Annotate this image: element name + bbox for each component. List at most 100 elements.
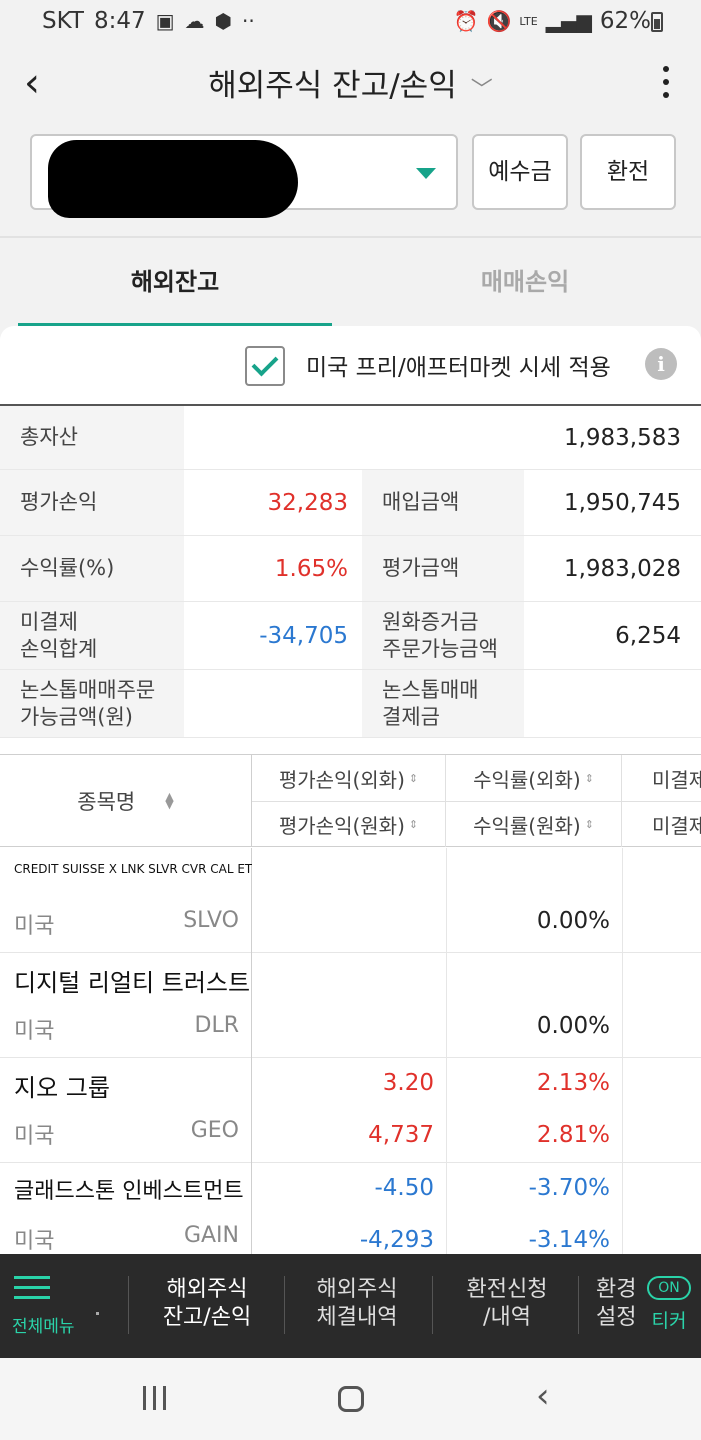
unsettled-krw-header[interactable]: 미결제 xyxy=(622,801,701,847)
ret-fx-value: -3.70% xyxy=(528,1175,610,1201)
stock-name-cell: 글래드스톤 인베스트먼트 미국 GAIN xyxy=(0,1163,252,1256)
status-bar: SKT 8:47 ▣ ☁ ⬢ ·· ⏰ 🔇 LTE ▂▄▆ 62% xyxy=(0,0,701,44)
ticker-toggle[interactable]: ON 티커 xyxy=(645,1276,693,1333)
nav-executions[interactable]: 해외주식 체결내역 xyxy=(290,1276,424,1332)
eval-pl-value: 32,283 xyxy=(267,489,348,516)
unsettled-header-label: 미결제 xyxy=(652,767,701,792)
total-assets-value: 1,983,583 xyxy=(563,424,681,451)
nav-label-line2: /내역 xyxy=(483,1305,531,1330)
pl-krw-header[interactable]: 평가손익(원화) ⇕ xyxy=(252,801,446,847)
premarket-label[interactable]: 미국 프리/애프터마켓 시세 적용 xyxy=(306,348,611,382)
mute-icon: 🔇 xyxy=(486,9,512,33)
eval-amount-value: 1,983,028 xyxy=(563,555,681,582)
sort-icon: ⇕ xyxy=(584,771,594,785)
nonstop-order-value xyxy=(184,670,362,737)
balance-panel: 미국 프리/애프터마켓 시세 적용 i 총자산 1,983,583 평가손익 3… xyxy=(0,326,701,1256)
nav-exchange-request[interactable]: 환전신청 /내역 xyxy=(440,1276,574,1332)
unsettled-label-line2: 손익합계 xyxy=(20,636,98,661)
nav-settings[interactable]: 환경 설정 xyxy=(596,1276,640,1332)
nav-label-line2: 설정 xyxy=(596,1305,637,1330)
total-assets-label: 총자산 xyxy=(0,406,184,469)
more-options-icon[interactable] xyxy=(661,66,671,102)
summary-row: 수익률(%) 1.65% 평가금액 1,983,028 xyxy=(0,536,701,602)
nav-label-line1: 환경 xyxy=(596,1277,637,1302)
cell-divider xyxy=(446,848,447,953)
sort-icon: ▲ ▼ xyxy=(165,790,174,811)
pl-krw-header-label: 평가손익(원화) xyxy=(278,813,405,838)
ret-fx-value: 2.13% xyxy=(536,1070,610,1096)
dropdown-arrow-icon xyxy=(416,168,436,179)
nav-label-line1: 해외주식 xyxy=(316,1277,398,1302)
stock-name: 지오 그룹 xyxy=(14,1074,110,1102)
nav-label-line1: 환전신청 xyxy=(466,1277,548,1302)
battery-percent: 62% xyxy=(599,8,651,34)
tab-bar: 해외잔고 매매손익 xyxy=(0,236,701,328)
all-menu-button[interactable]: 전체메뉴 xyxy=(12,1276,102,1337)
stock-market: 미국 xyxy=(14,1124,55,1149)
stock-ticker: GAIN xyxy=(183,1223,239,1248)
recent-apps-icon[interactable] xyxy=(143,1386,173,1414)
unsettled-header[interactable]: 미결제 xyxy=(622,755,701,801)
ret-krw-value: 0.00% xyxy=(536,1013,610,1039)
tab-trading-pl[interactable]: 매매손익 xyxy=(370,238,680,328)
alarm-icon: ⏰ xyxy=(453,9,479,33)
table-row[interactable]: CREDIT SUISSE X LNK SLVR CVR CAL ETN 미국 … xyxy=(0,848,701,953)
home-icon[interactable] xyxy=(338,1386,364,1412)
stock-name-cell: 디지털 리얼티 트러스트 미국 DLR xyxy=(0,953,252,1058)
redacted-account xyxy=(48,140,298,218)
cell-divider xyxy=(622,1163,623,1256)
return-label: 수익률(%) xyxy=(0,536,184,601)
krw-margin-label-line2: 주문가능금액 xyxy=(382,636,498,661)
nav-balance-pl[interactable]: 해외주식 잔고/손익 xyxy=(140,1276,274,1332)
battery-icon xyxy=(651,12,663,32)
system-back-icon[interactable]: ‹ xyxy=(536,1376,550,1416)
unsettled-label: 미결제 손익합계 xyxy=(0,602,184,669)
signal-icon: ▂▄▆ xyxy=(545,9,592,33)
premarket-checkbox[interactable] xyxy=(245,346,285,386)
summary-table: 총자산 1,983,583 평가손익 32,283 매입금액 1,950,745… xyxy=(0,404,701,738)
tab-overseas-balance[interactable]: 해외잔고 xyxy=(18,238,332,328)
more-notifications-icon: ·· xyxy=(241,9,255,33)
table-row[interactable]: 디지털 리얼티 트러스트 미국 DLR 0.00% xyxy=(0,953,701,1058)
nav-label-line2: 잔고/손익 xyxy=(162,1305,252,1330)
stock-ticker: SLVO xyxy=(183,908,239,933)
ret-fx-header[interactable]: 수익률(외화) ⇕ xyxy=(446,755,622,801)
ret-fx-header-label: 수익률(외화) xyxy=(473,767,581,792)
app-icon: ⬢ xyxy=(214,9,232,33)
nav-divider xyxy=(284,1276,285,1334)
summary-row: 미결제 손익합계 -34,705 원화증거금 주문가능금액 6,254 xyxy=(0,602,701,670)
pl-fx-header[interactable]: 평가손익(외화) ⇕ xyxy=(252,755,446,801)
table-row[interactable]: 글래드스톤 인베스트먼트 미국 GAIN -4.50 -4,293 -3.70%… xyxy=(0,1163,701,1256)
eval-amount-label: 평가금액 xyxy=(362,536,524,601)
premarket-option: 미국 프리/애프터마켓 시세 적용 i xyxy=(0,326,701,404)
nonstop-settle-value xyxy=(524,670,701,737)
hamburger-icon xyxy=(12,1276,102,1299)
name-header-label: 종목명 xyxy=(77,790,136,814)
cell-divider xyxy=(622,1058,623,1163)
cell-divider xyxy=(622,953,623,1058)
ret-krw-header-label: 수익률(원화) xyxy=(473,813,581,838)
exchange-button[interactable]: 환전 xyxy=(580,134,676,210)
carrier-label: SKT xyxy=(42,8,84,34)
stock-name-cell: 지오 그룹 미국 GEO xyxy=(0,1058,252,1163)
nonstop-settle-label-line2: 결제금 xyxy=(382,704,440,729)
stock-ticker: GEO xyxy=(190,1118,239,1143)
account-selector[interactable] xyxy=(30,134,458,218)
summary-row: 총자산 1,983,583 xyxy=(0,406,701,470)
krw-margin-label: 원화증거금 주문가능금액 xyxy=(362,602,524,669)
stock-name: 글래드스톤 인베스트먼트 xyxy=(14,1179,244,1204)
all-menu-label: 전체메뉴 xyxy=(12,1317,75,1337)
ret-krw-value: 0.00% xyxy=(536,908,610,934)
name-column-header[interactable]: 종목명 ▲ ▼ xyxy=(0,755,252,847)
nonstop-settle-label-line1: 논스톱매매 xyxy=(382,678,479,703)
eval-pl-label: 평가손익 xyxy=(0,470,184,535)
ret-krw-header[interactable]: 수익률(원화) ⇕ xyxy=(446,801,622,847)
info-icon[interactable]: i xyxy=(645,348,677,380)
deposit-button[interactable]: 예수금 xyxy=(472,134,568,210)
page-title[interactable]: 해외주식 잔고/손익 ﹀ xyxy=(0,60,701,105)
unsettled-krw-header-label: 미결제 xyxy=(652,813,701,838)
table-row[interactable]: 지오 그룹 미국 GEO 3.20 4,737 2.13% 2.81% xyxy=(0,1058,701,1163)
ret-krw-value: -3.14% xyxy=(528,1227,610,1253)
sort-icon: ⇕ xyxy=(408,817,419,831)
page-title-text: 해외주식 잔고/손익 xyxy=(208,68,457,104)
